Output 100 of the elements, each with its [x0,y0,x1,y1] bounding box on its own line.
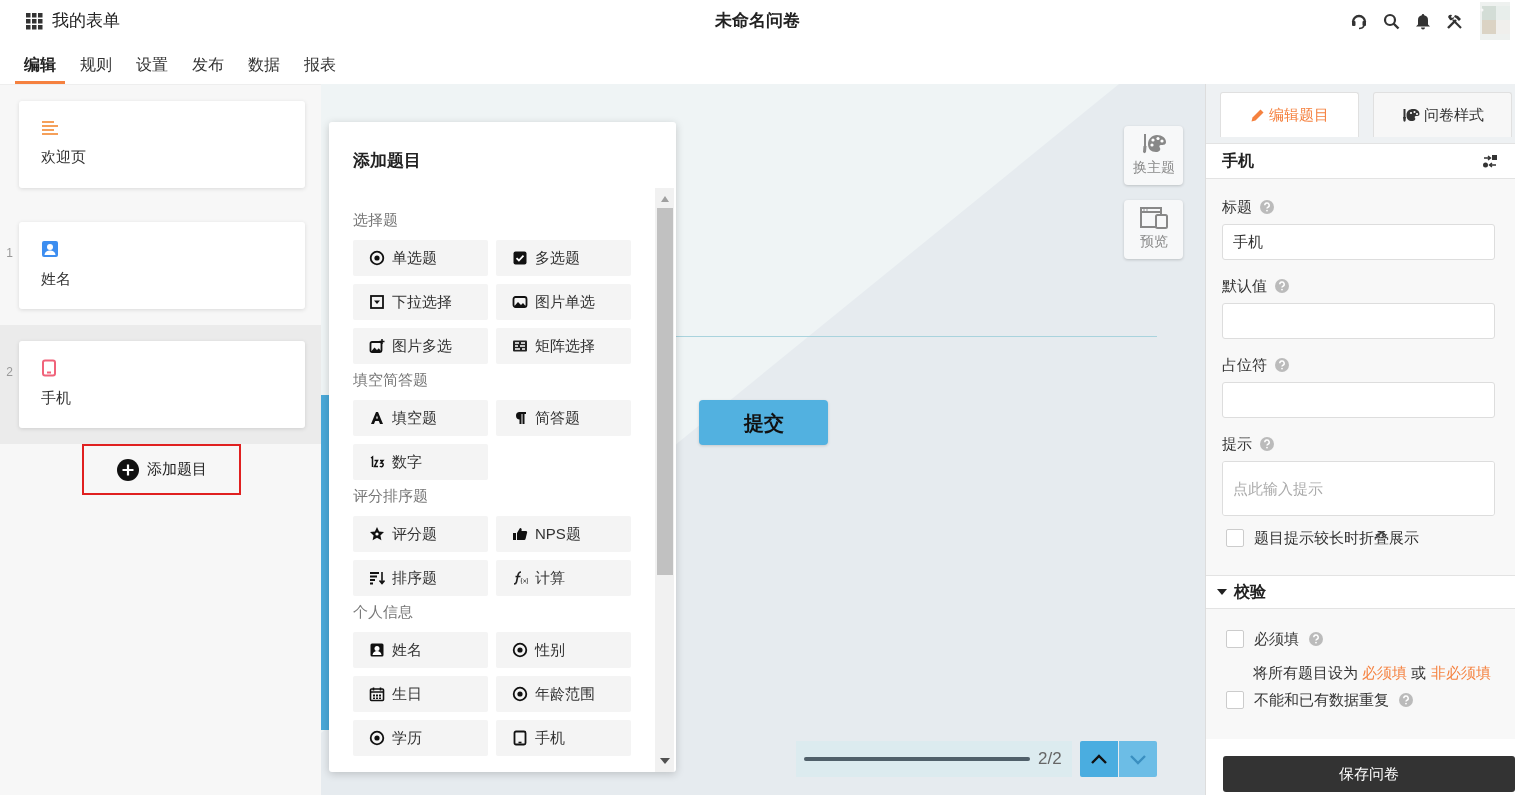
help-icon [1260,200,1274,214]
tools-icon [1446,12,1463,30]
question-type-button[interactable]: 图片多选 [353,328,488,364]
checkbox-label: 不能和已有数据重复 [1254,689,1389,710]
question-type-button[interactable]: NPS题 [496,516,631,552]
scroll-thumb[interactable] [656,208,673,575]
question-type-button[interactable]: 图片单选 [496,284,631,320]
question-card[interactable]: 手机 [19,341,305,428]
palette-icon [1401,107,1420,123]
checkbox[interactable] [1226,529,1244,547]
card-title: 姓名 [41,269,72,290]
help-icon [1309,632,1323,646]
question-type-button[interactable]: 矩阵选择 [496,328,631,364]
question-type-button[interactable]: 下拉选择 [353,284,488,320]
checkbox-icon [512,250,528,266]
group-heading: 选择题 [353,210,399,230]
checkbox-label: 题目提示较长时折叠展示 [1254,527,1419,548]
previous-page-button[interactable] [1080,741,1118,777]
group-heading: 填空简答题 [353,370,429,390]
question-card[interactable]: 姓名 [19,222,305,309]
row-number: 2 [5,364,14,381]
numbers-icon [369,454,385,470]
radio-icon [512,642,528,658]
nav-tab[interactable]: 规则 [71,42,121,84]
nav-tab[interactable]: 设置 [127,42,177,84]
question-type-button[interactable]: 数字 [353,444,488,480]
submit-button[interactable]: 提交 [699,400,828,445]
calendar-icon [369,686,385,702]
dropdown-icon [369,294,385,310]
search-icon [1383,12,1400,30]
group-heading: 评分排序题 [353,486,429,506]
input-field[interactable] [1222,382,1495,418]
sort-icon [369,570,385,586]
help-icon [1275,358,1289,372]
table-icon [512,338,528,354]
question-type-button[interactable]: 性别 [496,632,631,668]
nav-tab[interactable]: 数据 [239,42,289,84]
survey-title: 未命名问卷 [715,10,800,33]
image-icon [512,294,528,310]
field-label: 默认值 [1222,275,1267,296]
checkbox-label: 必须填 [1254,628,1299,649]
question-type-button[interactable]: 计算 [496,560,631,596]
editor-tab[interactable]: 问卷样式 [1373,92,1512,137]
star-icon [369,526,385,542]
card-title: 手机 [41,388,72,409]
save-button[interactable]: 保存问卷 [1223,756,1515,792]
scrollbar[interactable] [655,188,674,772]
nav-tab[interactable]: 报表 [295,42,345,84]
question-type-button[interactable]: 手机 [496,720,631,756]
checkbox[interactable] [1226,630,1244,648]
question-type-button[interactable]: 学历 [353,720,488,756]
field-label: 提示 [1222,433,1252,454]
page-row[interactable]: 1 姓名 [0,206,321,325]
question-type-button[interactable]: 评分题 [353,516,488,552]
contact-card-icon [41,240,59,259]
scroll-up-icon [660,196,669,202]
add-question-button[interactable]: 添加题目 [82,444,241,495]
radio-icon [369,250,385,266]
section-title: 校验 [1234,582,1266,602]
page-counter: 2/2 [1038,748,1062,771]
question-type-button[interactable]: 生日 [353,676,488,712]
field-label: 标题 [1222,196,1252,217]
tablet-icon [512,730,528,746]
pencil-icon [1250,107,1265,123]
app-title: 我的表单 [52,10,120,33]
scroll-down-icon [659,758,670,764]
help-icon [1399,693,1413,707]
input-field[interactable] [1222,303,1495,339]
thumbs-up-icon [512,526,528,542]
help-icon [1275,279,1289,293]
radio-icon [369,730,385,746]
plus-circle-icon [116,458,139,481]
nav-tab[interactable]: 发布 [183,42,233,84]
avatar [1480,2,1510,40]
panel-title: 添加题目 [352,150,422,172]
question-type-button[interactable]: 多选题 [496,240,631,276]
question-type-button[interactable]: 填空题 [353,400,488,436]
bulk-required-note: 将所有题目设为 必须填 或 非必须填 [1253,663,1492,683]
radio-icon [512,686,528,702]
checkbox[interactable] [1226,691,1244,709]
question-type-button[interactable]: 姓名 [353,632,488,668]
field-label: 占位符 [1222,354,1267,375]
page-row[interactable]: 2 手机 [0,325,321,444]
swap-icon [1483,154,1497,168]
question-heading: 手机 [1222,151,1254,171]
question-type-button[interactable]: 排序题 [353,560,488,596]
devices-icon [1139,207,1168,229]
row-number: 1 [5,245,14,262]
question-type-button[interactable]: 年龄范围 [496,676,631,712]
section-header[interactable]: 校验 [1206,575,1515,609]
palette-icon [1140,133,1167,155]
question-type-button[interactable]: 简答题 [496,400,631,436]
question-type-button[interactable]: 单选题 [353,240,488,276]
text-icon [369,410,385,426]
card-title: 欢迎页 [41,147,87,168]
help-icon [1260,437,1274,451]
input-field[interactable]: 手机 [1222,224,1495,260]
apps-icon [26,12,43,30]
group-heading: 个人信息 [353,602,414,622]
input-field[interactable]: 点此输入提示 [1222,461,1495,516]
